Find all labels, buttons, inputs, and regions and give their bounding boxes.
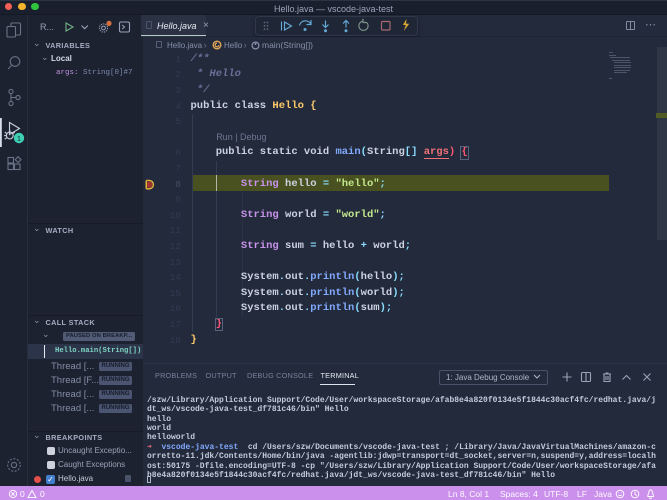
svg-text:1: 1 xyxy=(17,134,21,143)
svg-text:0: 0 xyxy=(40,489,45,499)
svg-text:0: 0 xyxy=(20,489,25,499)
